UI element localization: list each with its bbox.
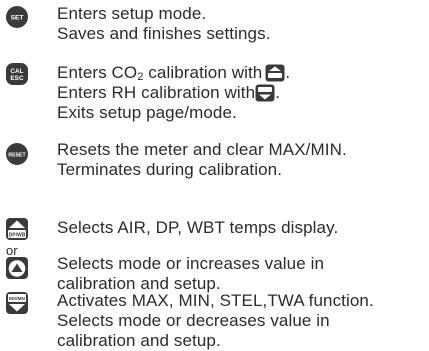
down-button-icon [255, 84, 275, 102]
up-button-icon [265, 64, 285, 82]
set-line-2: Saves and finishes settings. [57, 24, 271, 43]
rh-text: Enters RH calibration with [57, 83, 256, 102]
svg-text:RESET: RESET [8, 152, 26, 158]
up-arrow-button-icon [5, 256, 29, 280]
maxmin-description: Activates MAX, MIN, STEL,TWA function. S… [57, 291, 374, 351]
cal-esc-line-1: Enters CO2 calibration with. [57, 63, 290, 83]
up-line-1: Selects mode or increases value in [57, 254, 325, 273]
maxmin-line-1: Activates MAX, MIN, STEL,TWA function. [57, 291, 374, 310]
co2-end: . [285, 63, 291, 82]
cal-esc-button-icon: CAL ESC [5, 62, 29, 86]
svg-text:SET: SET [11, 15, 24, 22]
rh-end: . [275, 83, 281, 102]
co2-prefix: Enters CO [57, 63, 138, 82]
reset-button-icon: RESET [5, 142, 29, 166]
svg-text:MX/MN: MX/MN [9, 296, 26, 302]
reset-line-2: Terminates during calibration. [57, 160, 283, 179]
svg-text:ESC: ESC [10, 75, 24, 82]
co2-suffix: calibration with [143, 63, 263, 82]
svg-text:DP/WB: DP/WB [9, 232, 26, 238]
reset-description: Resets the meter and clear MAX/MIN. Term… [57, 140, 347, 180]
down-maxmin-button-icon: MX/MN [5, 291, 29, 315]
cal-esc-line-2: Enters RH calibration with. [57, 83, 290, 103]
dpwb-description: Selects AIR, DP, WBT temps display. [57, 218, 338, 238]
up-description: Selects mode or increases value in calib… [57, 254, 324, 294]
svg-text:CAL: CAL [10, 68, 23, 75]
maxmin-line-2: Selects mode or decreases value in [57, 311, 330, 330]
set-button-icon: SET [5, 5, 29, 29]
up-dpwb-button-icon: DP/WB [5, 217, 29, 241]
dpwb-line-1: Selects AIR, DP, WBT temps display. [57, 218, 339, 237]
cal-esc-line-3: Exits setup page/mode. [57, 103, 237, 122]
key-function-legend: SET Enters setup mode. Saves and finishe… [0, 0, 429, 350]
set-description: Enters setup mode. Saves and finishes se… [57, 4, 271, 44]
reset-line-1: Resets the meter and clear MAX/MIN. [57, 140, 347, 159]
set-line-1: Enters setup mode. [57, 4, 207, 23]
maxmin-line-3: calibration and setup. [57, 331, 221, 350]
cal-esc-description: Enters CO2 calibration with. Enters RH c… [57, 63, 290, 123]
